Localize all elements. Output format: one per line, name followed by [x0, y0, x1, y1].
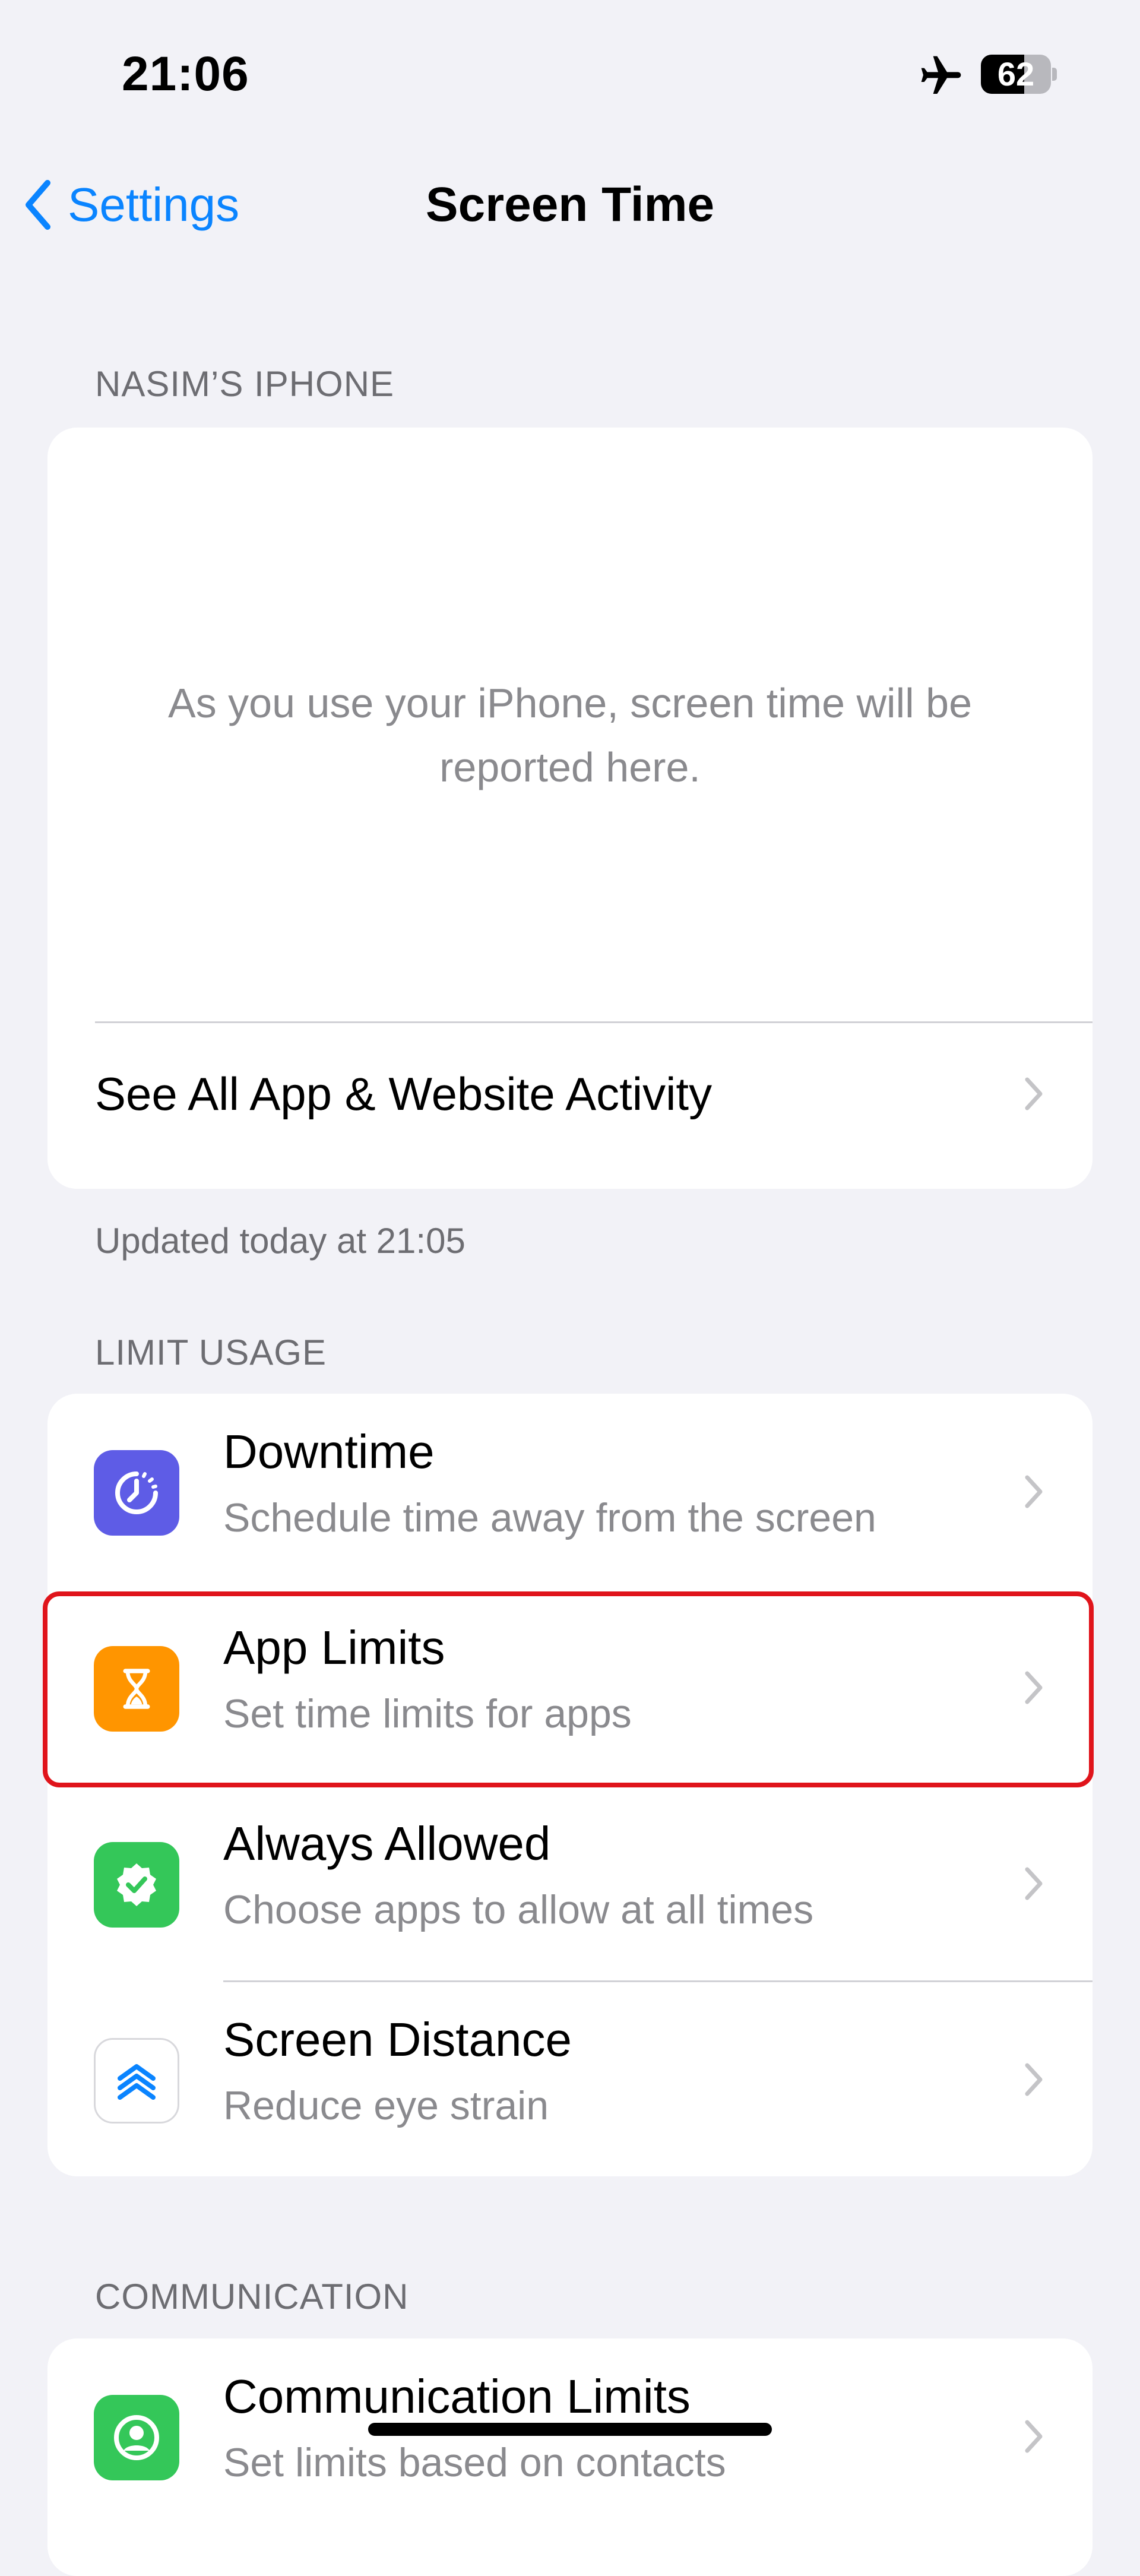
- empty-report-message: As you use your iPhone, screen time will…: [168, 680, 972, 790]
- updated-timestamp: Updated today at 21:05: [95, 1221, 466, 1261]
- chevron-left-icon: [24, 175, 65, 235]
- communication-limits-title: Communication Limits: [223, 2370, 691, 2423]
- chevron-right-icon: [1022, 2419, 1044, 2454]
- status-time: 21:06: [122, 47, 249, 101]
- chevron-right-icon: [1022, 1866, 1044, 1901]
- communication-limits-subtitle: Set limits based on contacts: [223, 2440, 726, 2485]
- device-section-header: NASIM’S IPHONE: [95, 364, 395, 404]
- screen-time-report-card: See All App & Website Activity: [48, 428, 1092, 1189]
- downtime-subtitle: Schedule time away from the screen: [223, 1495, 876, 1540]
- navigation-bar: Screen Time Settings: [0, 160, 1140, 249]
- communication-header: COMMUNICATION: [95, 2277, 409, 2316]
- checkmark-badge-icon: [94, 1842, 179, 1928]
- back-button[interactable]: Settings: [24, 160, 239, 249]
- battery-icon: 62: [981, 55, 1057, 94]
- always-allowed-subtitle: Choose apps to allow at all times: [223, 1887, 814, 1932]
- back-button-label: Settings: [68, 178, 240, 231]
- downtime-row[interactable]: Downtime Schedule time away from the scr…: [48, 1394, 1092, 1590]
- chevrons-up-icon: [94, 2038, 179, 2124]
- airplane-mode-icon: [914, 52, 968, 100]
- status-bar: 21:06 62: [0, 0, 1140, 148]
- screen-distance-title: Screen Distance: [223, 2013, 572, 2066]
- home-indicator[interactable]: [368, 2423, 772, 2436]
- person-circle-icon: [94, 2395, 179, 2480]
- chevron-right-icon: [1022, 1076, 1044, 1112]
- downtime-icon: [94, 1450, 179, 1536]
- chevron-right-icon: [1022, 1474, 1044, 1509]
- always-allowed-title: Always Allowed: [223, 1817, 551, 1870]
- see-all-activity-label: See All App & Website Activity: [95, 1068, 712, 1120]
- downtime-title: Downtime: [223, 1425, 435, 1478]
- limit-usage-header: LIMIT USAGE: [95, 1333, 327, 1372]
- app-limits-highlight: [43, 1591, 1094, 1787]
- always-allowed-row[interactable]: Always Allowed Choose apps to allow at a…: [48, 1786, 1092, 1982]
- screen-distance-row[interactable]: Screen Distance Reduce eye strain: [48, 1982, 1092, 2176]
- chevron-right-icon: [1022, 2062, 1044, 2097]
- communication-card: Communication Limits Set limits based on…: [48, 2338, 1092, 2576]
- see-all-activity-row[interactable]: See All App & Website Activity: [48, 1021, 1092, 1167]
- communication-limits-row[interactable]: Communication Limits Set limits based on…: [48, 2338, 1092, 2534]
- battery-percentage: 62: [997, 55, 1035, 93]
- screen-distance-subtitle: Reduce eye strain: [223, 2083, 549, 2128]
